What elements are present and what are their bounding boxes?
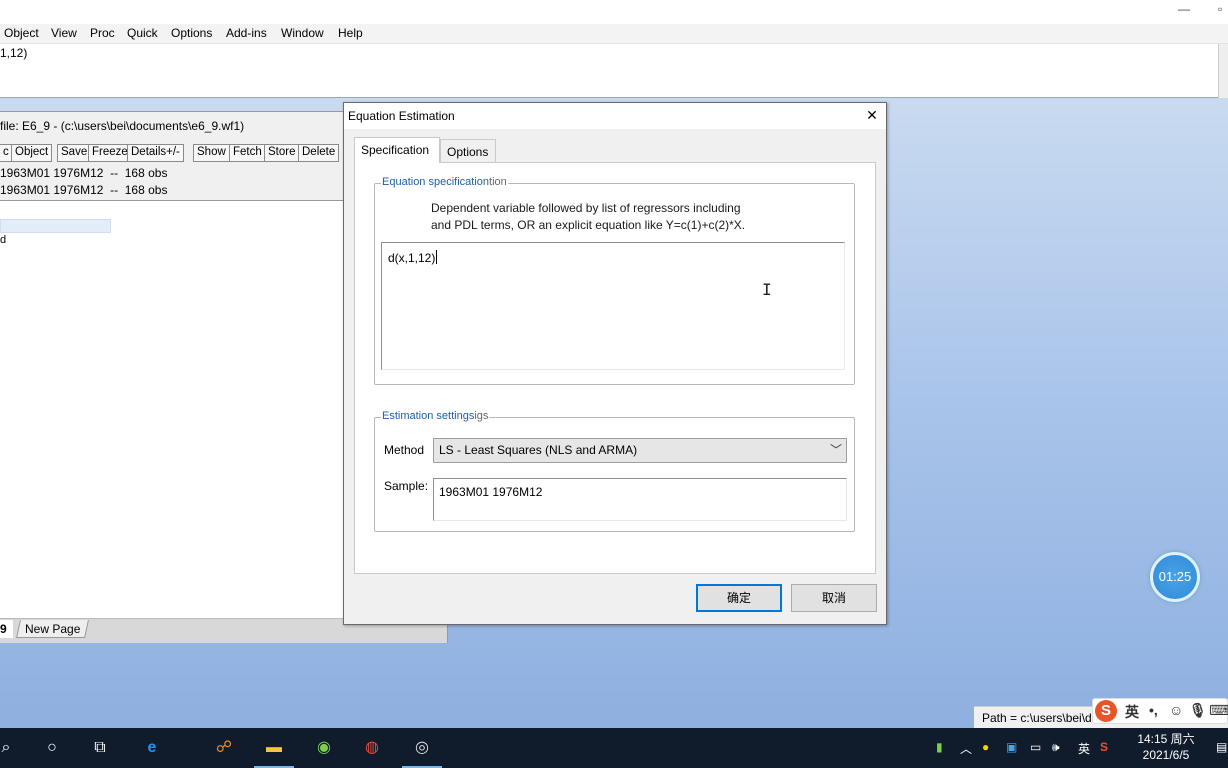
ie-browser-icon[interactable]: e: [140, 736, 164, 760]
menu-bar: Object View Proc Quick Options Add-ins W…: [0, 24, 1228, 44]
command-text: 1,12): [0, 46, 28, 60]
selected-object-row[interactable]: [0, 219, 111, 233]
menu-window[interactable]: Window: [281, 26, 324, 40]
restore-icon[interactable]: ▫: [1218, 2, 1222, 16]
text-caret: [436, 250, 438, 264]
punctuation-icon[interactable]: •,: [1149, 702, 1158, 718]
ime-toolbar: S 英 •, ☺ 🎙 ⌨: [1092, 698, 1228, 724]
input-language-indicator[interactable]: 英: [1078, 740, 1090, 757]
battery-icon[interactable]: ▮: [936, 740, 943, 754]
equation-value: d(x,1,12): [388, 251, 436, 265]
workfile-save-button[interactable]: Save: [57, 144, 92, 162]
equation-specification-group: Equation specificationtion Dependent var…: [374, 176, 855, 385]
workfile-range: 1963M01 1976M12 -- 168 obs: [0, 166, 168, 180]
method-value: LS - Least Squares (NLS and ARMA): [439, 443, 638, 457]
chevron-down-icon[interactable]: ﹀: [830, 441, 842, 458]
equation-text: d(x,1,12): [388, 250, 438, 265]
tab-options[interactable]: Options: [440, 139, 496, 163]
sample-label: Sample:: [384, 479, 429, 493]
workfile-freeze-button[interactable]: Freeze: [88, 144, 132, 162]
tab-new-page[interactable]: New Page: [16, 620, 90, 638]
specification-panel: Equation specificationtion Dependent var…: [354, 162, 876, 574]
menu-addins[interactable]: Add-ins: [226, 26, 267, 40]
ibeam-cursor-icon: I: [762, 280, 772, 299]
notification-icon[interactable]: ▤: [1216, 740, 1227, 754]
list-item[interactable]: d: [0, 234, 6, 246]
menu-view[interactable]: View: [51, 26, 77, 40]
workfile-details-button[interactable]: Details+/-: [127, 144, 184, 162]
equation-estimation-dialog: Equation Estimation ✕ Specification Opti…: [343, 102, 887, 625]
workfile-sample: 1963M01 1976M12 -- 168 obs: [0, 183, 168, 197]
menu-object[interactable]: Object: [4, 26, 39, 40]
workfile-object-button[interactable]: Object: [11, 144, 53, 162]
close-icon[interactable]: ✕: [864, 107, 880, 123]
clock-date: 2021/6/5: [1142, 748, 1190, 762]
ime-lang-toggle[interactable]: 英: [1125, 702, 1139, 722]
app-orange-icon[interactable]: ☍: [212, 736, 236, 760]
emoji-icon[interactable]: ☺: [1169, 702, 1183, 718]
cancel-button[interactable]: 取消: [791, 584, 877, 612]
tab-specification[interactable]: Specification: [354, 137, 440, 163]
menu-quick[interactable]: Quick: [127, 26, 158, 40]
tray-app-icon[interactable]: ●: [982, 740, 989, 754]
clock-time: 14:15 周六: [1137, 732, 1195, 746]
chevron-up-icon[interactable]: ︿: [960, 740, 972, 757]
tab-new-page-label: New Page: [25, 622, 81, 636]
workfile-fetch-button[interactable]: Fetch: [229, 144, 266, 162]
taskbar: ⌕ ○ ⧉ e ☍ ▬ ◉ ◍ ◎ ▮ ︿ ● ▣ ▭ 🕪 英 S 14:15 …: [0, 728, 1228, 768]
equation-specification-legend: Equation specificationtion: [381, 176, 508, 188]
estimation-settings-legend: Estimation settingsigs: [381, 410, 490, 422]
estimation-settings-group: Estimation settingsigs Method LS - Least…: [374, 410, 855, 532]
system-tray: ▮ ︿ ● ▣ ▭ 🕪 英 S 14:15 周六 2021/6/5 ▤: [928, 728, 1228, 768]
sample-input[interactable]: 1963M01 1976M12: [433, 478, 847, 521]
menu-proc[interactable]: Proc: [90, 26, 115, 40]
workfile-store-button[interactable]: Store: [264, 144, 300, 162]
menu-help[interactable]: Help: [338, 26, 363, 40]
status-path: Path = c:\users\bei\do: [982, 711, 1099, 725]
cortana-icon[interactable]: ○: [40, 736, 64, 760]
task-view-icon[interactable]: ⧉: [88, 736, 112, 760]
power-icon[interactable]: ▭: [1030, 740, 1041, 754]
estimation-settings-legend-text: Estimation settings: [382, 410, 475, 422]
search-icon[interactable]: ⌕: [0, 736, 18, 760]
network-icon[interactable]: ▣: [1006, 740, 1017, 754]
equation-specification-legend-text: Equation specification: [382, 176, 490, 188]
minimize-icon[interactable]: —: [1178, 2, 1190, 16]
command-scrollbar[interactable]: [1218, 44, 1228, 98]
workfile-show-button[interactable]: Show: [193, 144, 230, 162]
chrome-icon[interactable]: ◍: [360, 736, 384, 760]
tab-page-current[interactable]: 9: [0, 620, 13, 638]
volume-icon[interactable]: 🕪: [1052, 740, 1060, 755]
mic-icon[interactable]: 🎙: [1189, 702, 1207, 719]
menu-options[interactable]: Options: [171, 26, 212, 40]
specification-description: Dependent variable followed by list of r…: [431, 201, 746, 232]
method-label: Method: [384, 443, 425, 457]
equation-specification-legend-ghost: tion: [489, 176, 507, 188]
browser-green-icon[interactable]: ◉: [312, 736, 336, 760]
timer-badge[interactable]: 01:25: [1150, 552, 1200, 602]
dialog-title: Equation Estimation: [344, 103, 886, 129]
sogou-logo-icon[interactable]: S: [1095, 700, 1117, 722]
app-titlebar: — ▫: [0, 0, 1228, 24]
clock[interactable]: 14:15 周六 2021/6/5: [1134, 731, 1198, 763]
eviews-app-icon[interactable]: ◎: [402, 736, 442, 768]
method-select[interactable]: LS - Least Squares (NLS and ARMA) ﹀: [433, 438, 847, 463]
estimation-settings-legend-ghost: igs: [474, 410, 489, 422]
command-window[interactable]: 1,12): [0, 44, 1228, 98]
file-explorer-icon[interactable]: ▬: [254, 736, 294, 768]
keyboard-icon[interactable]: ⌨: [1209, 702, 1228, 719]
workfile-delete-button[interactable]: Delete: [298, 144, 340, 162]
ok-button[interactable]: 确定: [696, 584, 782, 612]
equation-specification-input[interactable]: d(x,1,12) I: [381, 242, 845, 370]
sogou-tray-icon[interactable]: S: [1100, 740, 1108, 754]
